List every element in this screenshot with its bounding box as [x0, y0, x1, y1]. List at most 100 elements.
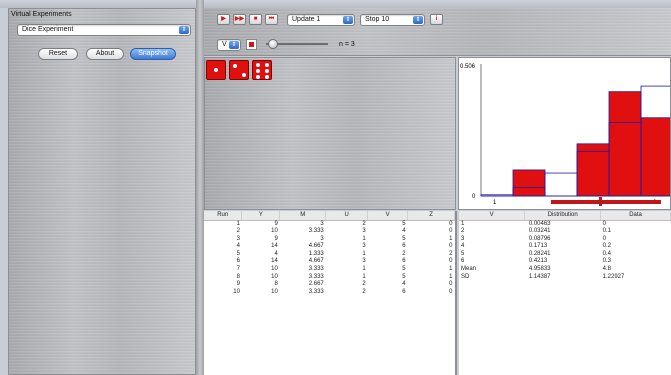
table-cell: 14 — [271, 258, 278, 265]
die-pip — [256, 75, 260, 79]
table-row: 4 14 4.667 3 6 0 — [204, 243, 455, 251]
experiment-select-value: Dice Experiment — [22, 26, 74, 33]
table-row: 2 0.03241 0.1 — [459, 228, 671, 236]
data-bar — [640, 117, 671, 197]
select-arrows-icon: ⇕ — [179, 26, 189, 34]
table-row: 9 8 2.667 2 4 0 — [204, 281, 455, 289]
about-button[interactable]: About — [86, 48, 124, 60]
table-row: 5 4 1.333 1 2 2 — [204, 251, 455, 259]
split-divider[interactable] — [196, 0, 204, 375]
table-cell: 9 — [236, 281, 240, 288]
table-cell: 4 — [402, 281, 406, 288]
table-cell: 5 — [461, 250, 465, 257]
sidebar-panel — [8, 8, 196, 375]
table-cell: 9 — [274, 235, 278, 242]
table-cell: 1.22927 — [602, 273, 625, 280]
info-button[interactable]: i — [430, 14, 443, 25]
table-cell: 0 — [602, 220, 606, 227]
col-run: Run — [204, 211, 243, 221]
stop-select[interactable]: Stop 10 ⇕ — [360, 14, 425, 26]
table-cell: 0.28241 — [528, 250, 551, 257]
table-cell: 0 — [449, 220, 453, 227]
table-cell: 2 — [236, 228, 240, 235]
n-value-label: n = 3 — [339, 41, 355, 48]
reset-run-button[interactable]: ⏮ — [265, 14, 278, 25]
table-cell: 1 — [236, 220, 240, 227]
table-cell: 0.1 — [602, 228, 611, 235]
select-arrows-icon: ⇕ — [229, 41, 239, 49]
stop-button[interactable]: ■ — [249, 14, 262, 25]
table-cell: 5 — [402, 266, 406, 273]
mean-marker — [599, 197, 602, 206]
update-select[interactable]: Update 1 ⇕ — [287, 14, 355, 26]
distribution-table-panel: V Distribution Data 1 0.00463 0 2 0.03241 0.1… — [459, 211, 671, 375]
y-zero-label: 0 — [472, 194, 476, 200]
table-cell: 0.00463 — [528, 220, 551, 227]
table-row: 5 0.28241 0.4 — [459, 251, 671, 259]
table-cell: 2 — [362, 220, 366, 227]
window-top-strip — [0, 0, 671, 8]
table-cell: 2 — [362, 281, 366, 288]
table-cell: 10 — [271, 228, 278, 235]
table-cell: 2 — [449, 250, 453, 257]
table-row: 4 0.1713 0.2 — [459, 243, 671, 251]
table-cell: 5 — [402, 235, 406, 242]
die-pip — [214, 68, 218, 72]
select-arrows-icon: ⇕ — [413, 16, 423, 24]
update-select-value: Update 1 — [292, 16, 321, 23]
col-m: M — [279, 211, 327, 221]
snapshot-button[interactable]: Snapshot — [130, 48, 176, 60]
table-cell: 5 — [402, 220, 406, 227]
table-cell: 1 — [362, 250, 366, 257]
table-cell: 0.3 — [602, 258, 611, 265]
table-cell: 0.1713 — [528, 243, 548, 250]
table-cell: 4 — [461, 243, 465, 250]
table-cell: 10 — [271, 266, 278, 273]
table-cell: 2 — [362, 288, 366, 295]
table-cell: 6 — [236, 258, 240, 265]
table-cell: 5 — [236, 250, 240, 257]
run-table: Run Y M U V Z 1 9 3 2 5 0 2 10 3.333 3 4 0 3 9 3 1 5 1 4 14… — [204, 211, 455, 296]
distribution-bar — [544, 172, 578, 197]
table-cell: 1.333 — [308, 250, 324, 257]
table-cell: 0 — [602, 235, 606, 242]
table-cell: 8 — [236, 273, 240, 280]
info-icon: i — [435, 16, 438, 22]
table-cell: 3 — [362, 258, 366, 265]
table-cell: 2 — [402, 250, 406, 257]
table-cell: 0.08796 — [528, 235, 551, 242]
table-cell: 3.333 — [308, 273, 324, 280]
record-toggle-icon[interactable] — [246, 39, 257, 50]
col-distribution: Distribution — [524, 211, 602, 221]
table-cell: 10 — [233, 288, 240, 295]
table-row: 3 0.08796 0 — [459, 236, 671, 244]
reset-button[interactable]: Reset — [38, 48, 78, 60]
table-cell: 3.333 — [308, 288, 324, 295]
run-button[interactable]: ▶▶ — [233, 14, 246, 25]
table-cell: 4.667 — [308, 243, 324, 250]
table-cell: 3 — [362, 243, 366, 250]
table-cell: 3.333 — [308, 266, 324, 273]
n-slider-thumb[interactable] — [268, 39, 278, 49]
table-cell: 0.2 — [602, 243, 611, 250]
table-row: 6 14 4.667 3 6 0 — [204, 258, 455, 266]
table-cell: 3 — [236, 235, 240, 242]
skip-back-icon: ⏮ — [268, 16, 275, 22]
table-row: 2 10 3.333 3 4 0 — [204, 228, 455, 236]
table-row: 6 0.4213 0.3 — [459, 258, 671, 266]
table-cell: 0.4 — [602, 250, 611, 257]
die-pip — [242, 73, 246, 77]
step-button[interactable]: ▶ — [217, 14, 230, 25]
histogram-svg: 0.506 0 1 6 — [460, 64, 671, 206]
table-cell: 0 — [449, 228, 453, 235]
experiment-select[interactable]: Dice Experiment ⇕ — [17, 24, 191, 36]
table-cell: 10 — [271, 288, 278, 295]
distribution-table: V Distribution Data 1 0.00463 0 2 0.03241 0.1… — [459, 211, 671, 281]
table-cell: 3 — [461, 235, 465, 242]
distribution-bar — [480, 194, 514, 197]
table-cell: 4 — [274, 250, 278, 257]
table-cell: 0 — [449, 288, 453, 295]
die-3 — [252, 60, 272, 80]
variable-select[interactable]: V ⇕ — [217, 39, 241, 51]
table-cell: 1.14387 — [528, 273, 551, 280]
